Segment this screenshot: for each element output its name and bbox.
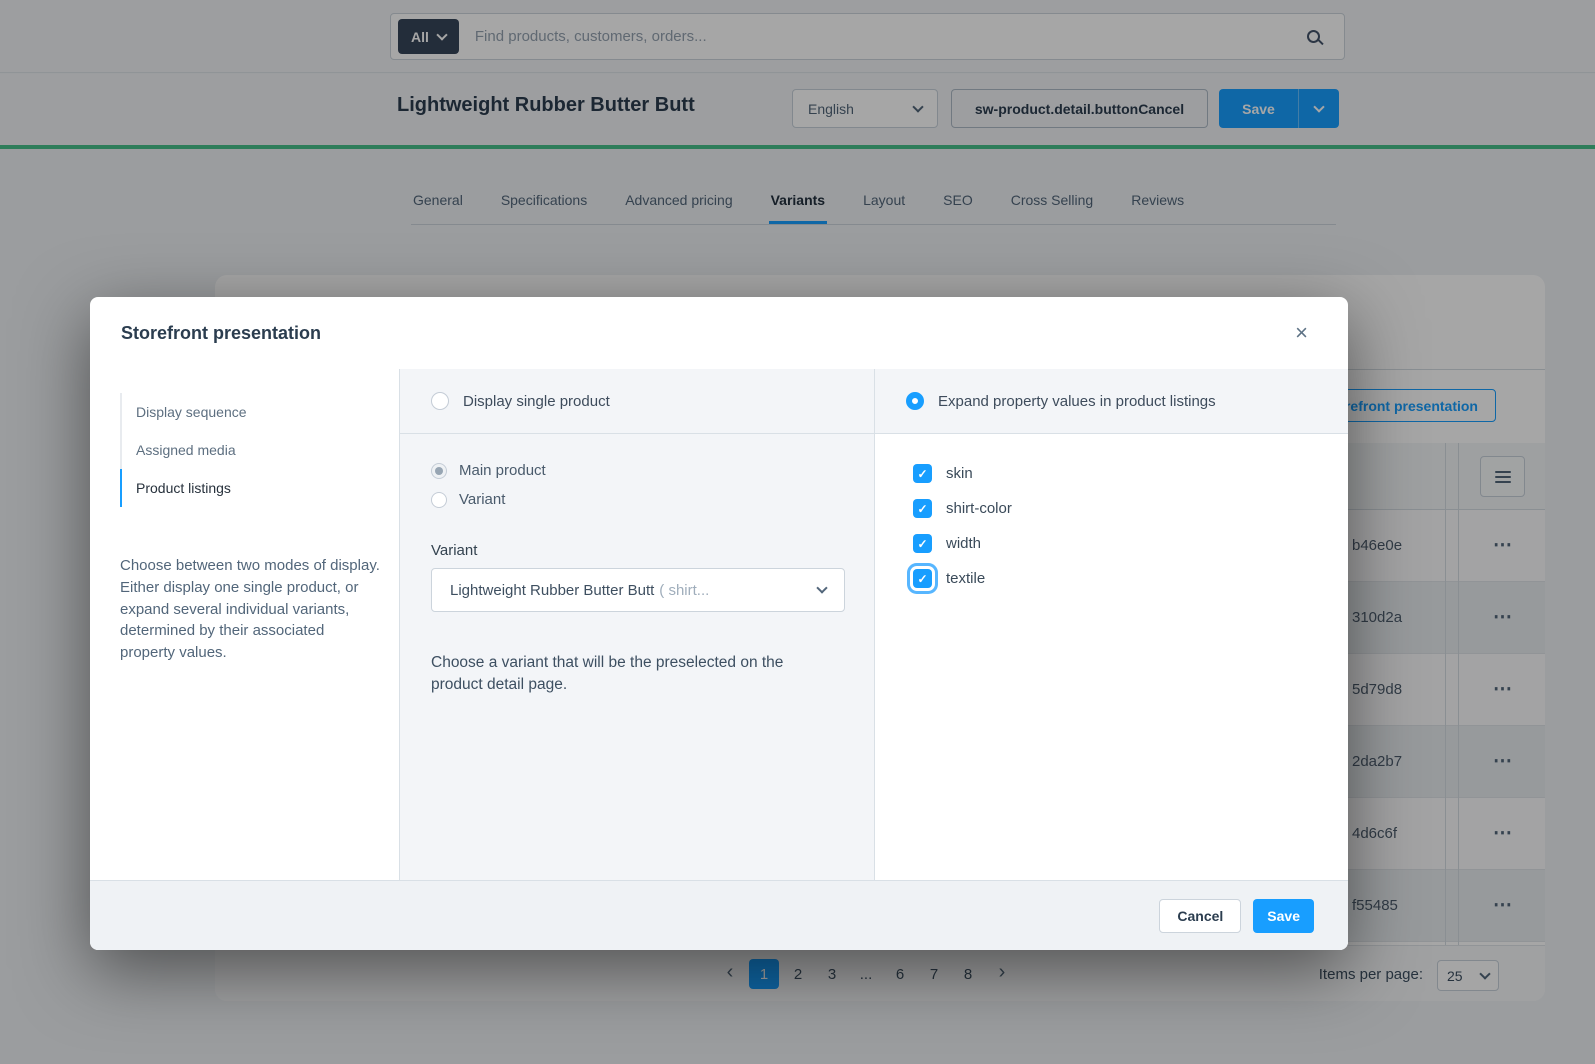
- single-product-panel-body: Main product Variant Variant Lightweight…: [400, 434, 874, 695]
- modal-save-label: Save: [1267, 908, 1300, 924]
- variant-radio-label: Variant: [459, 491, 505, 508]
- modal-cancel-label: Cancel: [1177, 908, 1223, 924]
- variant-field-label: Variant: [431, 542, 843, 559]
- variant-option: Variant: [431, 491, 843, 508]
- main-product-option: Main product: [431, 462, 843, 479]
- textile-label: textile: [946, 570, 985, 587]
- expand-property-values-option: Expand property values in product listin…: [875, 369, 1348, 434]
- modal-nav: Display sequence Assigned media Product …: [120, 393, 379, 507]
- check-icon: ✓: [917, 502, 927, 516]
- modal-footer: Cancel Save: [90, 880, 1348, 950]
- width-label: width: [946, 535, 981, 552]
- display-single-product-label: Display single product: [463, 393, 610, 410]
- check-icon: ✓: [917, 537, 927, 551]
- single-product-panel: Display single product Main product Vari…: [400, 369, 875, 880]
- modal-sidebar: Display sequence Assigned media Product …: [90, 369, 400, 880]
- property-option-textile: ✓ textile: [913, 569, 1348, 588]
- check-icon: ✓: [917, 467, 927, 481]
- variant-help-text: Choose a variant that will be the presel…: [431, 652, 831, 695]
- modal-save-button[interactable]: Save: [1253, 899, 1314, 933]
- modal-body: Display sequence Assigned media Product …: [90, 369, 1348, 880]
- check-icon: ✓: [917, 572, 927, 586]
- main-product-radio[interactable]: [431, 463, 447, 479]
- chevron-down-icon: [816, 582, 827, 593]
- modal-cancel-button[interactable]: Cancel: [1159, 899, 1241, 933]
- modal-header: Storefront presentation ×: [90, 297, 1348, 369]
- display-single-product-option: Display single product: [400, 369, 874, 434]
- variant-select-value: Lightweight Rubber Butter Butt: [450, 582, 654, 599]
- nav-item-product-listings[interactable]: Product listings: [120, 469, 379, 507]
- textile-checkbox[interactable]: ✓: [913, 569, 932, 588]
- variant-radio[interactable]: [431, 492, 447, 508]
- nav-item-assigned-media[interactable]: Assigned media: [122, 431, 379, 469]
- property-option-skin: ✓ skin: [913, 464, 1348, 483]
- variant-select[interactable]: Lightweight Rubber Butter Butt ( shirt..…: [431, 568, 845, 612]
- storefront-presentation-modal: Storefront presentation × Display sequen…: [90, 297, 1348, 950]
- property-option-shirt-color: ✓ shirt-color: [913, 499, 1348, 518]
- skin-checkbox[interactable]: ✓: [913, 464, 932, 483]
- mode-description: Choose between two modes of display. Eit…: [120, 555, 382, 664]
- shirt-color-label: shirt-color: [946, 500, 1012, 517]
- nav-item-display-sequence[interactable]: Display sequence: [122, 393, 379, 431]
- variant-select-value-suffix: ( shirt...: [659, 582, 709, 599]
- expand-properties-panel: Expand property values in product listin…: [875, 369, 1348, 880]
- property-list: ✓ skin ✓ shirt-color ✓ width ✓ textile: [875, 434, 1348, 588]
- expand-property-values-radio[interactable]: [906, 392, 924, 410]
- shirt-color-checkbox[interactable]: ✓: [913, 499, 932, 518]
- expand-property-values-label: Expand property values in product listin…: [938, 393, 1216, 410]
- skin-label: skin: [946, 465, 973, 482]
- display-single-product-radio[interactable]: [431, 392, 449, 410]
- main-product-label: Main product: [459, 462, 546, 479]
- product-detail-page: All Lightweight Rubber Butter Butt Engli…: [0, 0, 1595, 1064]
- modal-title: Storefront presentation: [121, 323, 321, 344]
- width-checkbox[interactable]: ✓: [913, 534, 932, 553]
- close-icon[interactable]: ×: [1291, 318, 1312, 348]
- property-option-width: ✓ width: [913, 534, 1348, 553]
